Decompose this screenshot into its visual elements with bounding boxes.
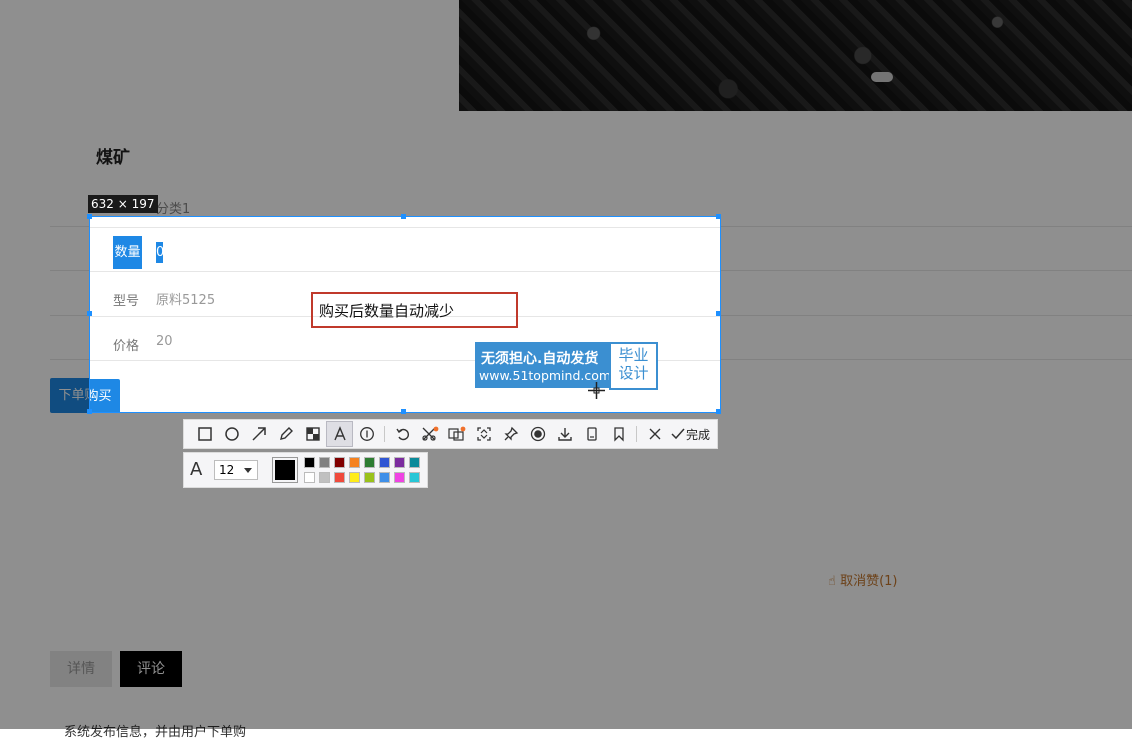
number-icon[interactable] [353,421,380,447]
color-swatch[interactable] [319,472,330,483]
color-swatch[interactable] [409,472,420,483]
color-swatch[interactable] [364,457,375,468]
product-image [459,0,1132,111]
product-category: 分类1 [156,202,191,217]
font-size-value: 12 [219,463,235,477]
close-icon[interactable] [641,421,668,447]
color-swatch[interactable] [304,472,315,483]
description-text: 系统发布信息，并由用户下单购 [64,725,247,740]
resize-handle[interactable] [401,409,406,414]
toolbar-divider [636,426,637,442]
undo-icon[interactable] [389,421,416,447]
color-swatch[interactable] [334,457,345,468]
tab-details[interactable]: 详情 [50,651,112,687]
thumb-icon: ☝ [828,574,836,589]
color-swatch[interactable] [349,457,360,468]
resize-handle[interactable] [87,311,92,316]
font-size-select[interactable]: 12 [214,460,258,480]
model-label: 型号 [113,294,140,309]
buy-button[interactable]: 下单购买 [90,379,120,412]
divider [90,227,720,228]
ellipse-icon[interactable] [218,421,245,447]
text-style-bar: A 12 [183,452,428,488]
watermark: 无须担心.自动发货 www.51topmind.com 毕业 设计 [475,342,658,390]
price-label: 价格 [113,339,140,354]
color-swatch[interactable] [364,472,375,483]
translate-icon[interactable] [443,421,470,447]
capture-size-label: 632 × 197 [88,195,158,213]
resize-handle[interactable] [716,409,721,414]
bookmark-icon[interactable] [605,421,632,447]
ocr-icon[interactable] [416,421,443,447]
annotation-text[interactable]: 购买后数量自动减少 [319,300,454,321]
crosshair-cursor-icon [588,382,605,399]
divider [90,271,720,272]
resize-handle[interactable] [87,214,92,219]
pin-icon[interactable] [497,421,524,447]
mosaic-icon[interactable] [299,421,326,447]
done-label: 完成 [686,427,711,442]
tab-comments[interactable]: 评论 [120,651,182,687]
resize-handle[interactable] [716,311,721,316]
rectangle-icon[interactable] [191,421,218,447]
like-label: 取消赞(1) [840,574,898,589]
product-title: 煤矿 [96,148,130,168]
quantity-value: 0 [156,242,164,263]
model-value: 原料5125 [156,293,216,308]
text-icon[interactable] [326,421,353,447]
quantity-label: 数量 [113,236,142,269]
chevron-down-icon [244,468,252,473]
resize-handle[interactable] [401,214,406,219]
watermark-right-top: 毕业 [618,346,649,364]
check-icon [671,428,685,440]
record-icon[interactable] [524,421,551,447]
color-swatch[interactable] [334,472,345,483]
scroll-capture-icon[interactable] [470,421,497,447]
watermark-line2: www.51topmind.com [479,368,612,383]
color-swatch[interactable] [304,457,315,468]
resize-handle[interactable] [716,214,721,219]
watermark-line1: 无须担心.自动发货 [481,351,599,367]
pencil-icon[interactable] [272,421,299,447]
done-button[interactable]: 完成 [670,426,710,443]
resize-handle[interactable] [87,409,92,414]
unlike-button[interactable]: ☝ 取消赞(1) [828,570,897,589]
color-swatch[interactable] [319,457,330,468]
color-swatch[interactable] [379,472,390,483]
toolbar-divider [384,426,385,442]
download-icon[interactable] [551,421,578,447]
current-color[interactable] [272,457,298,483]
color-swatch[interactable] [379,457,390,468]
watermark-right-bottom: 设计 [618,364,649,382]
color-swatch[interactable] [409,457,420,468]
carousel-indicator[interactable] [871,72,893,82]
color-swatch[interactable] [349,472,360,483]
font-icon: A [190,459,203,480]
capture-toolbar: 完成 [183,419,718,449]
capture-selection[interactable]: 数量 0 型号 原料5125 价格 20 下单购买 购买后数量自动减少 无须担心… [89,216,721,413]
arrow-icon[interactable] [245,421,272,447]
color-swatch[interactable] [394,472,405,483]
device-icon[interactable] [578,421,605,447]
color-swatch[interactable] [394,457,405,468]
price-value: 20 [156,334,173,349]
current-color-swatch [275,460,295,480]
annotation-rectangle[interactable]: 购买后数量自动减少 [311,292,518,328]
